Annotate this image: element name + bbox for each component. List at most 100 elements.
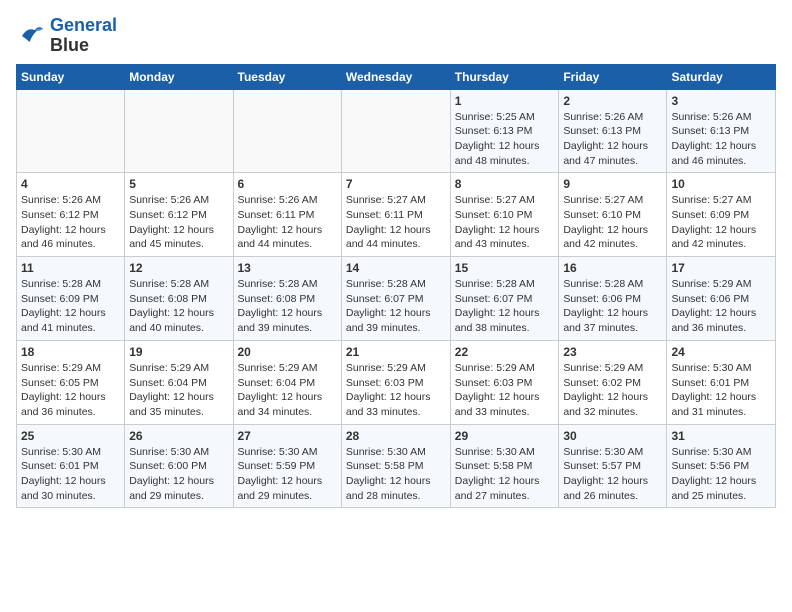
day-info: Sunrise: 5:27 AM Sunset: 6:10 PM Dayligh… [563, 193, 662, 252]
calendar-cell [125, 89, 233, 173]
day-number: 15 [455, 261, 555, 275]
day-info: Sunrise: 5:26 AM Sunset: 6:11 PM Dayligh… [238, 193, 337, 252]
page-header: General Blue [16, 16, 776, 56]
calendar-cell: 26 Sunrise: 5:30 AM Sunset: 6:00 PM Dayli… [125, 424, 233, 508]
header-thursday: Thursday [450, 64, 559, 89]
day-info: Sunrise: 5:25 AM Sunset: 6:13 PM Dayligh… [455, 110, 555, 169]
day-number: 5 [129, 177, 228, 191]
day-number: 12 [129, 261, 228, 275]
header-sunday: Sunday [17, 64, 125, 89]
day-number: 2 [563, 94, 662, 108]
week-row-1: 1 Sunrise: 5:25 AM Sunset: 6:13 PM Daylig… [17, 89, 776, 173]
calendar-cell: 10 Sunrise: 5:27 AM Sunset: 6:09 PM Dayli… [667, 173, 776, 257]
day-info: Sunrise: 5:27 AM Sunset: 6:09 PM Dayligh… [671, 193, 771, 252]
calendar-cell: 15 Sunrise: 5:28 AM Sunset: 6:07 PM Dayli… [450, 257, 559, 341]
day-info: Sunrise: 5:29 AM Sunset: 6:05 PM Dayligh… [21, 361, 120, 420]
calendar-cell: 11 Sunrise: 5:28 AM Sunset: 6:09 PM Dayli… [17, 257, 125, 341]
calendar-cell: 29Sunrise: 5:30 AM Sunset: 5:58 PM Dayli… [450, 424, 559, 508]
day-number: 26 [129, 429, 228, 443]
header-monday: Monday [125, 64, 233, 89]
day-info: Sunrise: 5:26 AM Sunset: 6:12 PM Dayligh… [129, 193, 228, 252]
calendar-cell: 14Sunrise: 5:28 AM Sunset: 6:07 PM Dayli… [341, 257, 450, 341]
calendar-cell: 13Sunrise: 5:28 AM Sunset: 6:08 PM Dayli… [233, 257, 341, 341]
day-info: Sunrise: 5:30 AM Sunset: 6:00 PM Dayligh… [129, 445, 228, 504]
calendar-cell [17, 89, 125, 173]
header-saturday: Saturday [667, 64, 776, 89]
calendar-cell: 18 Sunrise: 5:29 AM Sunset: 6:05 PM Dayli… [17, 340, 125, 424]
calendar-cell: 3Sunrise: 5:26 AM Sunset: 6:13 PM Daylig… [667, 89, 776, 173]
day-info: Sunrise: 5:27 AM Sunset: 6:11 PM Dayligh… [346, 193, 446, 252]
day-number: 17 [671, 261, 771, 275]
day-info: Sunrise: 5:26 AM Sunset: 6:13 PM Dayligh… [563, 110, 662, 169]
day-number: 13 [238, 261, 337, 275]
calendar-cell: 19 Sunrise: 5:29 AM Sunset: 6:04 PM Dayli… [125, 340, 233, 424]
day-info: Sunrise: 5:29 AM Sunset: 6:06 PM Dayligh… [671, 277, 771, 336]
header-wednesday: Wednesday [341, 64, 450, 89]
day-info: Sunrise: 5:29 AM Sunset: 6:03 PM Dayligh… [346, 361, 446, 420]
calendar-cell: 12 Sunrise: 5:28 AM Sunset: 6:08 PM Dayli… [125, 257, 233, 341]
calendar-cell: 4 Sunrise: 5:26 AM Sunset: 6:12 PM Daylig… [17, 173, 125, 257]
calendar-cell: 16 Sunrise: 5:28 AM Sunset: 6:06 PM Dayli… [559, 257, 667, 341]
day-number: 23 [563, 345, 662, 359]
day-info: Sunrise: 5:29 AM Sunset: 6:04 PM Dayligh… [129, 361, 228, 420]
calendar-cell: 5 Sunrise: 5:26 AM Sunset: 6:12 PM Daylig… [125, 173, 233, 257]
calendar-cell: 9 Sunrise: 5:27 AM Sunset: 6:10 PM Daylig… [559, 173, 667, 257]
calendar-cell: 1 Sunrise: 5:25 AM Sunset: 6:13 PM Daylig… [450, 89, 559, 173]
day-info: Sunrise: 5:30 AM Sunset: 5:57 PM Dayligh… [563, 445, 662, 504]
calendar-cell: 28Sunrise: 5:30 AM Sunset: 5:58 PM Dayli… [341, 424, 450, 508]
day-number: 4 [21, 177, 120, 191]
day-number: 19 [129, 345, 228, 359]
day-info: Sunrise: 5:29 AM Sunset: 6:02 PM Dayligh… [563, 361, 662, 420]
day-info: Sunrise: 5:29 AM Sunset: 6:04 PM Dayligh… [238, 361, 337, 420]
day-number: 16 [563, 261, 662, 275]
calendar-cell [233, 89, 341, 173]
calendar-cell: 6 Sunrise: 5:26 AM Sunset: 6:11 PM Daylig… [233, 173, 341, 257]
calendar-cell [341, 89, 450, 173]
week-row-2: 4 Sunrise: 5:26 AM Sunset: 6:12 PM Daylig… [17, 173, 776, 257]
day-info: Sunrise: 5:26 AM Sunset: 6:12 PM Dayligh… [21, 193, 120, 252]
day-info: Sunrise: 5:30 AM Sunset: 5:56 PM Dayligh… [671, 445, 771, 504]
header-friday: Friday [559, 64, 667, 89]
calendar-header: SundayMondayTuesdayWednesdayThursdayFrid… [17, 64, 776, 89]
calendar-cell: 17 Sunrise: 5:29 AM Sunset: 6:06 PM Dayli… [667, 257, 776, 341]
day-info: Sunrise: 5:28 AM Sunset: 6:09 PM Dayligh… [21, 277, 120, 336]
calendar-cell: 25Sunrise: 5:30 AM Sunset: 6:01 PM Dayli… [17, 424, 125, 508]
calendar-cell: 30 Sunrise: 5:30 AM Sunset: 5:57 PM Dayli… [559, 424, 667, 508]
day-info: Sunrise: 5:28 AM Sunset: 6:06 PM Dayligh… [563, 277, 662, 336]
day-number: 7 [346, 177, 446, 191]
calendar-cell: 20Sunrise: 5:29 AM Sunset: 6:04 PM Dayli… [233, 340, 341, 424]
calendar-cell: 21 Sunrise: 5:29 AM Sunset: 6:03 PM Dayli… [341, 340, 450, 424]
calendar-cell: 8 Sunrise: 5:27 AM Sunset: 6:10 PM Daylig… [450, 173, 559, 257]
day-info: Sunrise: 5:26 AM Sunset: 6:13 PM Dayligh… [671, 110, 771, 169]
day-info: Sunrise: 5:30 AM Sunset: 5:58 PM Dayligh… [346, 445, 446, 504]
week-row-4: 18 Sunrise: 5:29 AM Sunset: 6:05 PM Dayli… [17, 340, 776, 424]
day-number: 30 [563, 429, 662, 443]
day-number: 1 [455, 94, 555, 108]
day-number: 21 [346, 345, 446, 359]
day-number: 6 [238, 177, 337, 191]
week-row-5: 25Sunrise: 5:30 AM Sunset: 6:01 PM Dayli… [17, 424, 776, 508]
day-number: 11 [21, 261, 120, 275]
calendar-cell: 23 Sunrise: 5:29 AM Sunset: 6:02 PM Dayli… [559, 340, 667, 424]
day-info: Sunrise: 5:27 AM Sunset: 6:10 PM Dayligh… [455, 193, 555, 252]
logo-text: General Blue [50, 16, 117, 56]
day-info: Sunrise: 5:28 AM Sunset: 6:07 PM Dayligh… [346, 277, 446, 336]
calendar-body: 1 Sunrise: 5:25 AM Sunset: 6:13 PM Daylig… [17, 89, 776, 508]
logo: General Blue [16, 16, 117, 56]
day-info: Sunrise: 5:30 AM Sunset: 5:59 PM Dayligh… [238, 445, 337, 504]
day-info: Sunrise: 5:28 AM Sunset: 6:08 PM Dayligh… [129, 277, 228, 336]
calendar-cell: 2 Sunrise: 5:26 AM Sunset: 6:13 PM Daylig… [559, 89, 667, 173]
header-tuesday: Tuesday [233, 64, 341, 89]
logo-icon [16, 21, 46, 51]
day-number: 25 [21, 429, 120, 443]
day-info: Sunrise: 5:28 AM Sunset: 6:07 PM Dayligh… [455, 277, 555, 336]
day-number: 8 [455, 177, 555, 191]
day-number: 10 [671, 177, 771, 191]
day-info: Sunrise: 5:30 AM Sunset: 5:58 PM Dayligh… [455, 445, 555, 504]
day-number: 31 [671, 429, 771, 443]
calendar-cell: 27Sunrise: 5:30 AM Sunset: 5:59 PM Dayli… [233, 424, 341, 508]
day-number: 18 [21, 345, 120, 359]
day-number: 9 [563, 177, 662, 191]
calendar-cell: 31 Sunrise: 5:30 AM Sunset: 5:56 PM Dayli… [667, 424, 776, 508]
day-number: 22 [455, 345, 555, 359]
